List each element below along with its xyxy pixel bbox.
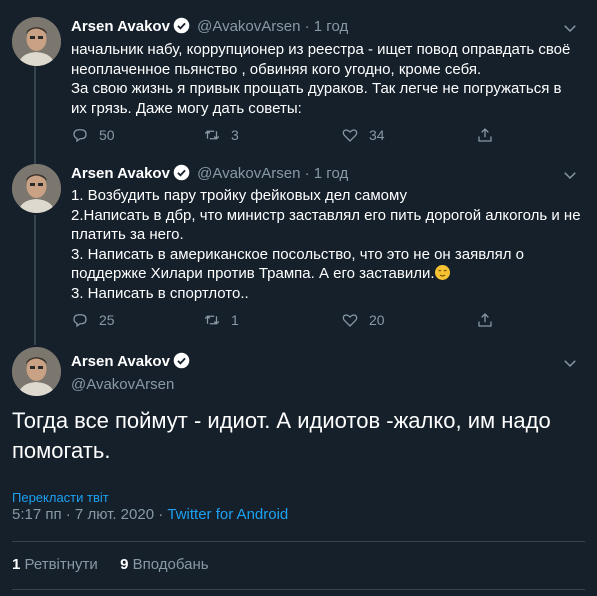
thread-line [34, 215, 36, 345]
main-tweet-text: Тогда все поймут - идиот. А идиотов -жал… [12, 408, 551, 463]
retweet-button[interactable]: 1 [203, 311, 239, 329]
retweet-count: 3 [231, 127, 239, 143]
divider [12, 541, 585, 542]
handle[interactable]: @AvakovArsen [197, 165, 300, 182]
tweet-header: Arsen Avakov @AvakovArsen · 1 год [71, 17, 348, 40]
handle[interactable]: @AvakovArsen [197, 18, 300, 35]
handle[interactable]: @AvakovArsen [71, 375, 193, 395]
retweet-count: 1 [231, 312, 239, 328]
share-button[interactable] [476, 311, 504, 329]
thread-line [34, 66, 36, 164]
like-count: 20 [369, 312, 385, 328]
separator: · [304, 165, 310, 182]
like-button[interactable]: 34 [341, 126, 385, 144]
timestamp[interactable]: 1 год [314, 165, 348, 182]
retweet-icon [204, 315, 220, 325]
tweet-meta: 5:17 пп · 7 лют. 2020 · Twitter for Andr… [12, 506, 288, 523]
verified-badge-icon [173, 17, 190, 40]
text-line: 3. Написать в спортлото.. [71, 284, 249, 302]
reply-icon [73, 314, 87, 328]
retweets-stat[interactable]: 1 Ретвітнути [12, 556, 98, 573]
reply-button[interactable]: 25 [71, 311, 115, 329]
divider [12, 589, 585, 590]
reply-icon [73, 129, 87, 143]
share-icon [478, 313, 492, 327]
avatar[interactable] [12, 17, 61, 66]
display-name[interactable]: Arsen Avakov [71, 353, 170, 370]
heart-icon [342, 314, 358, 327]
text-line-content: 3. Написать в американское посольство, ч… [71, 245, 524, 283]
tweet-stats: 1 Ретвітнути 9 Вподобань [12, 556, 209, 573]
text-line: 1. Возбудить пару тройку фейковых дел са… [71, 187, 407, 204]
retweet-button[interactable]: 3 [203, 126, 239, 144]
like-button[interactable]: 20 [341, 311, 385, 329]
chevron-down-icon[interactable] [561, 166, 579, 184]
text-line: 2.Написать в дбр, что министр заставлял … [71, 206, 581, 244]
author-block: Arsen Avakov @AvakovArsen [71, 352, 193, 395]
tweet-actions: 25 1 20 [71, 311, 511, 331]
like-count: 9 [120, 556, 129, 573]
chevron-down-icon[interactable] [561, 19, 579, 37]
avatar[interactable] [12, 164, 61, 213]
display-name[interactable]: Arsen Avakov [71, 18, 170, 35]
share-icon [478, 128, 492, 142]
verified-badge-icon [173, 352, 190, 375]
text-line: 3. Написать в американское посольство, ч… [71, 245, 581, 284]
tweet-text: начальник набу, коррупционер из реестра … [71, 41, 571, 117]
timestamp[interactable]: 5:17 пп · 7 лют. 2020 · [12, 506, 167, 523]
tweet-text: 1. Возбудить пару тройку фейковых дел са… [71, 186, 581, 303]
like-label: Вподобань [132, 556, 209, 573]
heart-icon [342, 129, 358, 142]
avatar[interactable] [12, 347, 61, 396]
relieved-face-emoji-icon [434, 265, 450, 280]
tweet-header: Arsen Avakov @AvakovArsen · 1 год [71, 164, 348, 187]
retweet-icon [204, 130, 220, 140]
likes-stat[interactable]: 9 Вподобань [120, 556, 208, 573]
tweet-actions: 50 3 34 [71, 126, 511, 146]
retweet-label: Ретвітнути [24, 556, 98, 573]
timestamp[interactable]: 1 год [314, 18, 348, 35]
display-name[interactable]: Arsen Avakov [71, 165, 170, 182]
separator: · [304, 18, 310, 35]
reply-button[interactable]: 50 [71, 126, 115, 144]
reply-count: 50 [99, 127, 115, 143]
like-count: 34 [369, 127, 385, 143]
reply-count: 25 [99, 312, 115, 328]
verified-badge-icon [173, 164, 190, 187]
translate-tweet-link[interactable]: Перекласти твіт [12, 490, 109, 505]
chevron-down-icon[interactable] [561, 354, 579, 372]
retweet-count: 1 [12, 556, 21, 573]
share-button[interactable] [476, 126, 504, 144]
source-link[interactable]: Twitter for Android [167, 506, 288, 523]
